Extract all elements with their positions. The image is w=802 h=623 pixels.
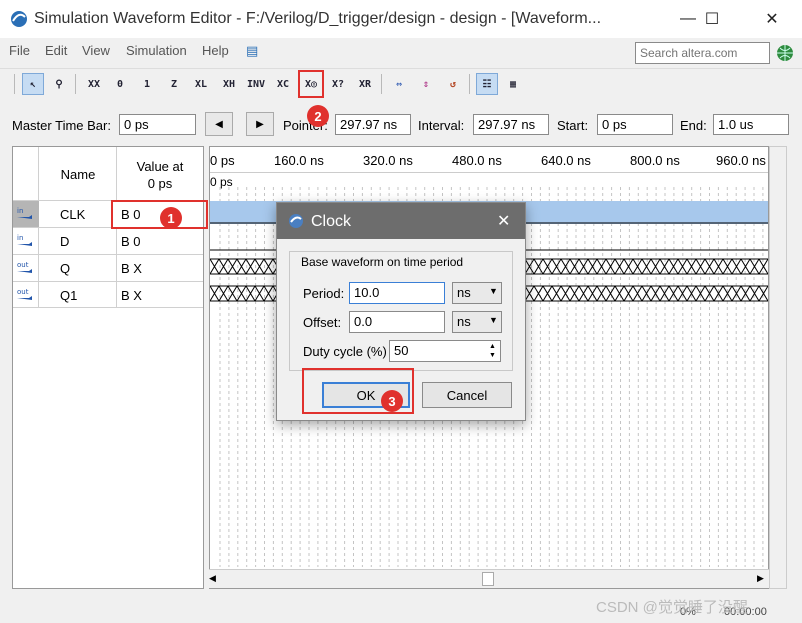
count-value-icon[interactable]: XC: [272, 73, 294, 95]
period-unit-select[interactable]: ns ▼: [452, 282, 502, 304]
svg-text:in: in: [17, 234, 23, 242]
input-pin-icon: in: [13, 228, 39, 254]
start-field[interactable]: 0 ps: [597, 114, 673, 135]
force-high-impedance-icon[interactable]: Z: [163, 73, 185, 95]
group-label: Base waveform on time period: [299, 255, 466, 269]
signal-row-d[interactable]: in D B 0: [13, 227, 203, 254]
interval-field[interactable]: 297.97 ns: [473, 114, 549, 135]
group-icon[interactable]: ⇔: [388, 73, 410, 95]
duty-cycle-spinbox[interactable]: 50: [389, 340, 501, 362]
scroll-left-icon[interactable]: ◀: [209, 573, 216, 584]
globe-icon[interactable]: [775, 43, 795, 63]
grid-icon[interactable]: ▦: [502, 73, 524, 95]
offset-unit-select[interactable]: ns ▼: [452, 311, 502, 333]
snap-to-grid-icon[interactable]: ☷: [476, 73, 498, 95]
scroll-right-icon[interactable]: ▶: [757, 573, 764, 584]
watermark: CSDN @觉觉睡了没醒: [596, 599, 748, 616]
value-column-header[interactable]: Value at: [117, 159, 203, 174]
clock-dialog-icon: [289, 214, 303, 228]
select-tool-icon[interactable]: ↖: [22, 73, 44, 95]
horizontal-scrollbar[interactable]: ◀ ▶: [209, 569, 769, 588]
chevron-down-icon: ▼: [489, 315, 498, 325]
menu-view[interactable]: View: [82, 43, 110, 58]
zoom-tool-icon[interactable]: ⚲: [48, 73, 70, 95]
signal-name: D: [60, 234, 70, 249]
svg-text:out: out: [17, 288, 29, 296]
vertical-scrollbar[interactable]: [769, 146, 787, 589]
comment-icon[interactable]: ▤: [246, 43, 258, 59]
force-high-icon[interactable]: 1: [136, 73, 158, 95]
menu-file[interactable]: File: [9, 43, 30, 58]
signal-row-q[interactable]: out Q B X: [13, 254, 203, 281]
app-icon: [11, 11, 27, 27]
pointer-field[interactable]: 297.97 ns: [335, 114, 411, 135]
dialog-titlebar[interactable]: Clock ✕: [277, 203, 525, 239]
period-unit-value: ns: [457, 285, 471, 300]
previous-transition-button[interactable]: ◀: [205, 112, 233, 136]
duty-cycle-label: Duty cycle (%):: [303, 344, 387, 359]
input-pin-icon: in: [13, 201, 39, 227]
signal-name: Q1: [60, 288, 78, 303]
signal-value: B 0: [121, 234, 141, 249]
period-input[interactable]: 10.0: [349, 282, 445, 304]
ungroup-icon[interactable]: ⇕: [415, 73, 437, 95]
dialog-close-icon[interactable]: ✕: [497, 211, 510, 231]
overwrite-clock-icon[interactable]: X◎: [298, 70, 324, 98]
master-time-bar-field[interactable]: 0 ps: [119, 114, 196, 135]
menu-edit[interactable]: Edit: [45, 43, 67, 58]
random-value-icon[interactable]: XR: [354, 73, 376, 95]
signal-value: B X: [121, 261, 142, 276]
svg-text:in: in: [17, 207, 23, 215]
title-bar: Simulation Waveform Editor - F:/Verilog/…: [0, 0, 802, 38]
interval-label: Interval:: [418, 118, 465, 133]
annotation-badge-3: 3: [381, 390, 403, 412]
period-label: Period:: [303, 286, 345, 301]
signal-name: Q: [60, 261, 71, 276]
value-column-header-time: 0 ps: [147, 176, 173, 191]
name-column-header[interactable]: Name: [40, 167, 116, 182]
output-pin-icon: out: [13, 282, 39, 308]
signal-value: B X: [121, 288, 142, 303]
chevron-down-icon: ▼: [489, 286, 498, 296]
signal-row-q1[interactable]: out Q1 B X: [13, 281, 203, 308]
scroll-thumb[interactable]: [482, 572, 494, 586]
weak-high-icon[interactable]: XH: [218, 73, 240, 95]
force-unknown-icon[interactable]: XX: [83, 73, 105, 95]
output-pin-icon: out: [13, 255, 39, 281]
offset-label: Offset:: [303, 315, 342, 330]
reverse-group-icon[interactable]: ↺: [442, 73, 464, 95]
weak-low-icon[interactable]: XL: [190, 73, 212, 95]
end-label: End:: [680, 118, 707, 133]
annotation-badge-2: 2: [307, 105, 329, 127]
window-title: Simulation Waveform Editor - F:/Verilog/…: [34, 10, 602, 27]
menu-help[interactable]: Help: [202, 43, 229, 58]
spin-arrows-icon[interactable]: ▲ ▼: [486, 342, 499, 360]
invert-icon[interactable]: INV: [245, 73, 267, 95]
start-label: Start:: [557, 118, 589, 133]
close-icon[interactable]: ✕: [750, 5, 794, 33]
next-transition-button[interactable]: ▶: [246, 112, 274, 136]
dialog-title: Clock: [311, 213, 352, 230]
search-input[interactable]: [635, 42, 770, 64]
svg-text:out: out: [17, 261, 29, 269]
master-time-bar-label: Master Time Bar:: [12, 118, 111, 133]
signal-name: CLK: [60, 207, 86, 222]
offset-input[interactable]: 0.0: [349, 311, 445, 333]
force-low-icon[interactable]: 0: [109, 73, 131, 95]
arbitrary-value-icon[interactable]: X?: [327, 73, 349, 95]
cancel-button[interactable]: Cancel: [422, 382, 512, 408]
maximize-icon[interactable]: ☐: [690, 5, 734, 33]
menu-simulation[interactable]: Simulation: [126, 43, 187, 58]
offset-unit-value: ns: [457, 314, 471, 329]
annotation-badge-1: 1: [160, 207, 182, 229]
end-field[interactable]: 1.0 us: [713, 114, 789, 135]
